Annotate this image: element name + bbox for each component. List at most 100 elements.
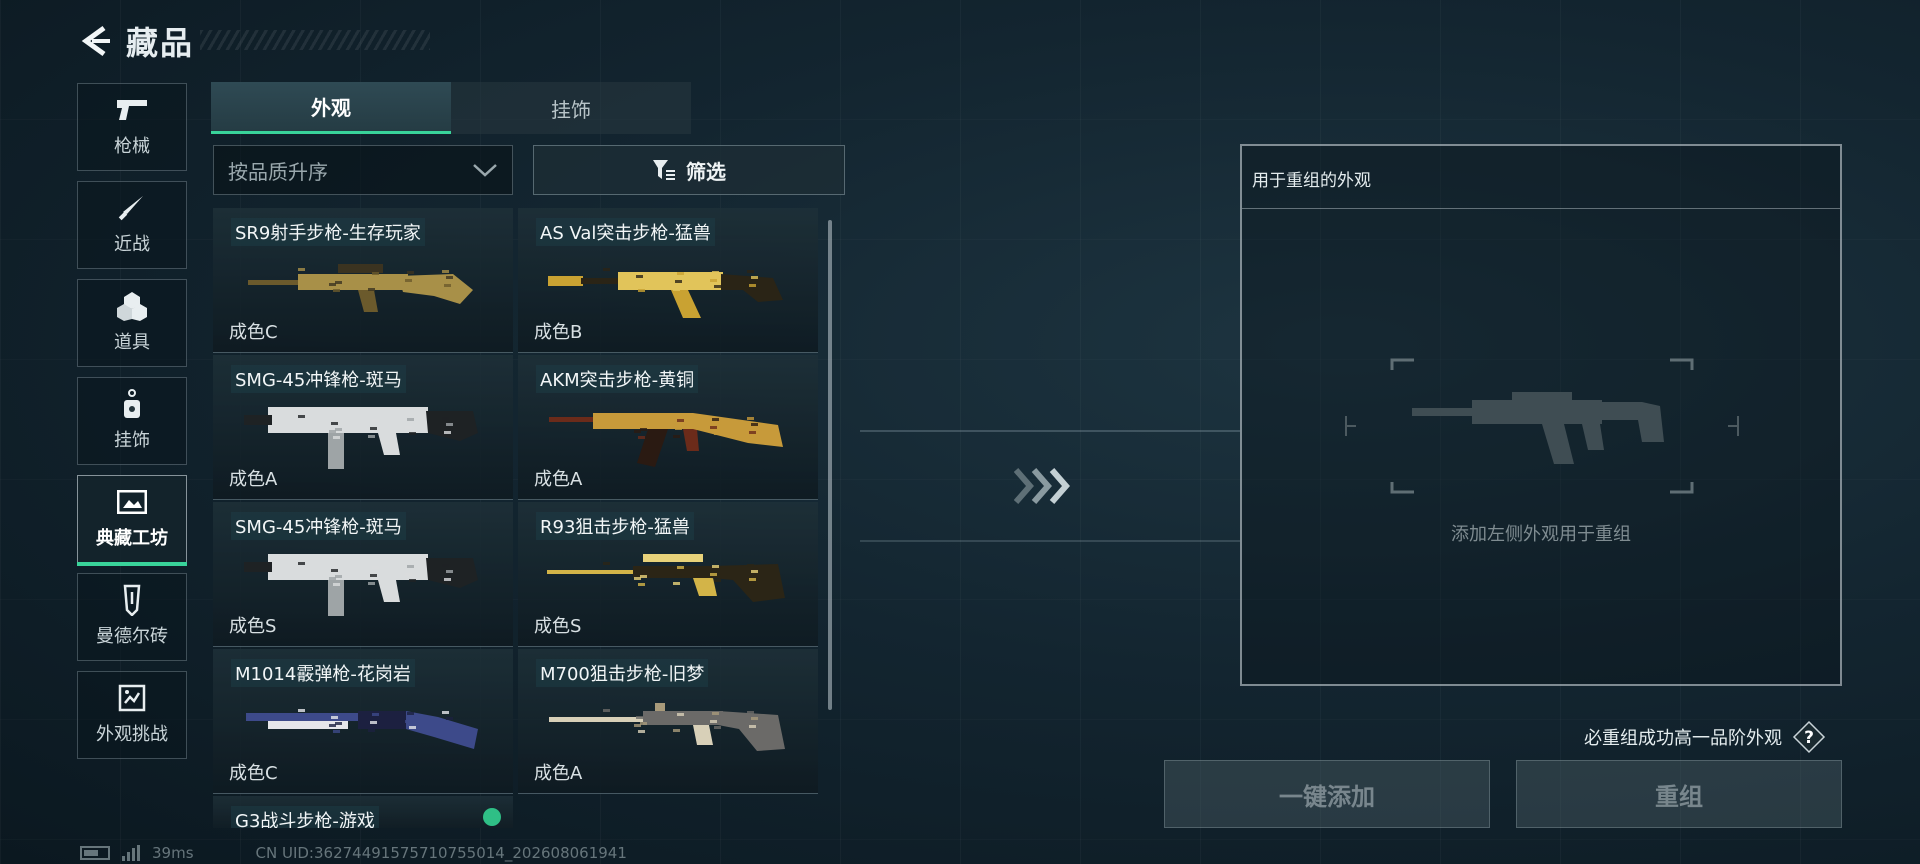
skin-grade: 成色A xyxy=(534,763,583,784)
skin-card[interactable]: SR9射手步枪-生存玩家 成色C xyxy=(213,208,513,353)
camo-pattern-mark xyxy=(675,721,682,724)
filter-button[interactable]: 筛选 xyxy=(533,145,845,195)
weapon-part xyxy=(358,711,408,729)
camo-pattern-mark xyxy=(372,272,379,275)
camo-pattern-mark xyxy=(331,716,338,719)
skin-card[interactable]: AS Val突击步枪-猛兽 成色B xyxy=(518,208,818,353)
charm-icon xyxy=(115,389,149,418)
skin-card[interactable]: SMG-45冲锋枪-斑马 成色S xyxy=(213,502,513,647)
skin-card[interactable]: R93狙击步枪-猛兽 成色S xyxy=(518,502,818,647)
camo-pattern-mark xyxy=(407,418,414,421)
camo-pattern-mark xyxy=(640,722,647,725)
skin-card[interactable]: G3战斗步枪-游戏 xyxy=(213,796,513,828)
sidebar-item-mandel-brick[interactable]: 曼德尔砖 xyxy=(77,573,187,661)
skin-card[interactable]: AKM突击步枪-黄铜 成色A xyxy=(518,355,818,500)
camo-pattern-mark xyxy=(370,721,377,724)
workshop-frame-icon xyxy=(115,488,149,516)
camo-pattern-mark xyxy=(409,432,416,435)
camo-pattern-mark xyxy=(710,573,717,576)
camo-pattern-mark xyxy=(329,283,336,286)
guarantee-note: 必重组成功高一品阶外观 ? xyxy=(1584,720,1826,754)
sort-dropdown[interactable]: 按品质升序 xyxy=(213,145,513,195)
camo-pattern-mark xyxy=(640,281,647,284)
camo-pattern-mark xyxy=(333,289,340,292)
skin-grid-scroll[interactable]: SR9射手步枪-生存玩家 成色C AS Val突击步枪-猛兽 成色B SMG-4… xyxy=(213,208,845,828)
sidebar-item-guns[interactable]: 枪械 xyxy=(77,83,187,171)
sidebar-item-gadgets[interactable]: 道具 xyxy=(77,279,187,367)
camo-pattern-mark xyxy=(751,717,758,720)
camo-pattern-mark xyxy=(675,574,682,577)
rifle-skin-image xyxy=(248,264,473,312)
sidebar-item-skin-challenge[interactable]: 外观挑战 xyxy=(77,671,187,759)
sidebar-item-label: 曼德尔砖 xyxy=(96,626,168,647)
camo-pattern-mark xyxy=(407,271,414,274)
sidebar-item-charms[interactable]: 挂饰 xyxy=(77,377,187,465)
skin-card[interactable]: SMG-45冲锋枪-斑马 成色A xyxy=(213,355,513,500)
camo-pattern-mark xyxy=(710,720,717,723)
weapon-part xyxy=(643,554,703,562)
weapon-part xyxy=(268,554,428,580)
chevron-down-icon xyxy=(473,164,497,177)
weapon-part xyxy=(298,274,408,290)
recompose-button[interactable]: 重组 xyxy=(1516,760,1842,828)
battery-icon xyxy=(80,846,110,860)
skin-grade: 成色S xyxy=(534,616,582,637)
shotgun-skin-image xyxy=(246,709,478,749)
grid-scrollbar[interactable] xyxy=(828,220,832,710)
camo-pattern-mark xyxy=(409,579,416,582)
weapon-part xyxy=(338,264,383,273)
camo-pattern-mark xyxy=(368,729,375,732)
empty-slot-placeholder[interactable] xyxy=(1342,346,1742,506)
camo-pattern-mark xyxy=(335,281,342,284)
skin-card[interactable]: M1014霰弹枪-花岗岩 成色C xyxy=(213,649,513,794)
camo-pattern-mark xyxy=(335,428,342,431)
camo-pattern-mark xyxy=(712,712,719,715)
camo-pattern-mark xyxy=(372,419,379,422)
tab-appearance[interactable]: 外观 xyxy=(211,82,451,134)
camo-pattern-mark xyxy=(446,276,453,279)
add-all-button[interactable]: 一键添加 xyxy=(1164,760,1490,828)
slot-hint: 添加左侧外观用于重组 xyxy=(1451,524,1631,545)
camo-pattern-mark xyxy=(751,276,758,279)
tab-charms[interactable]: 挂饰 xyxy=(451,82,691,134)
camo-pattern-mark xyxy=(714,579,721,582)
back-arrow-icon[interactable] xyxy=(78,24,112,58)
skin-name: M1014霰弹枪-花岗岩 xyxy=(231,659,415,687)
sidebar-item-melee[interactable]: 近战 xyxy=(77,181,187,269)
camo-pattern-mark xyxy=(331,569,338,572)
pistol-icon xyxy=(115,96,149,124)
camo-pattern-mark xyxy=(714,726,721,729)
camo-pattern-mark xyxy=(677,713,684,716)
sidebar-item-workshop[interactable]: 典藏工坊 xyxy=(77,475,187,566)
weapon-part xyxy=(549,417,599,422)
help-question-icon[interactable]: ? xyxy=(1792,720,1826,754)
camo-pattern-mark xyxy=(634,283,641,286)
camo-pattern-mark xyxy=(638,436,645,439)
camo-pattern-mark xyxy=(333,583,340,586)
skin-card[interactable]: M700狙击步枪-旧梦 成色A xyxy=(518,649,818,794)
weapon-part xyxy=(547,570,637,574)
camo-pattern-mark xyxy=(368,288,375,291)
weapon-part xyxy=(548,276,583,286)
camo-pattern-mark xyxy=(673,435,680,438)
skin-grade: 成色A xyxy=(534,469,583,490)
sniper-skin-image xyxy=(549,703,785,751)
camo-pattern-mark xyxy=(638,583,645,586)
camo-pattern-mark xyxy=(636,716,643,719)
camo-pattern-mark xyxy=(298,268,305,271)
camo-pattern-mark xyxy=(298,415,305,418)
camo-pattern-mark xyxy=(446,570,453,573)
camo-pattern-mark xyxy=(329,430,336,433)
camo-pattern-mark xyxy=(446,717,453,720)
camo-pattern-mark xyxy=(405,720,412,723)
skin-grade: 成色S xyxy=(229,616,277,637)
connector-line xyxy=(860,540,1240,542)
camo-pattern-mark xyxy=(368,582,375,585)
camo-pattern-mark xyxy=(370,427,377,430)
weapon-part xyxy=(244,562,272,572)
camo-pattern-mark xyxy=(442,270,449,273)
camo-pattern-mark xyxy=(749,725,756,728)
weapon-part xyxy=(246,713,366,721)
camo-pattern-mark xyxy=(409,285,416,288)
camo-pattern-mark xyxy=(333,730,340,733)
